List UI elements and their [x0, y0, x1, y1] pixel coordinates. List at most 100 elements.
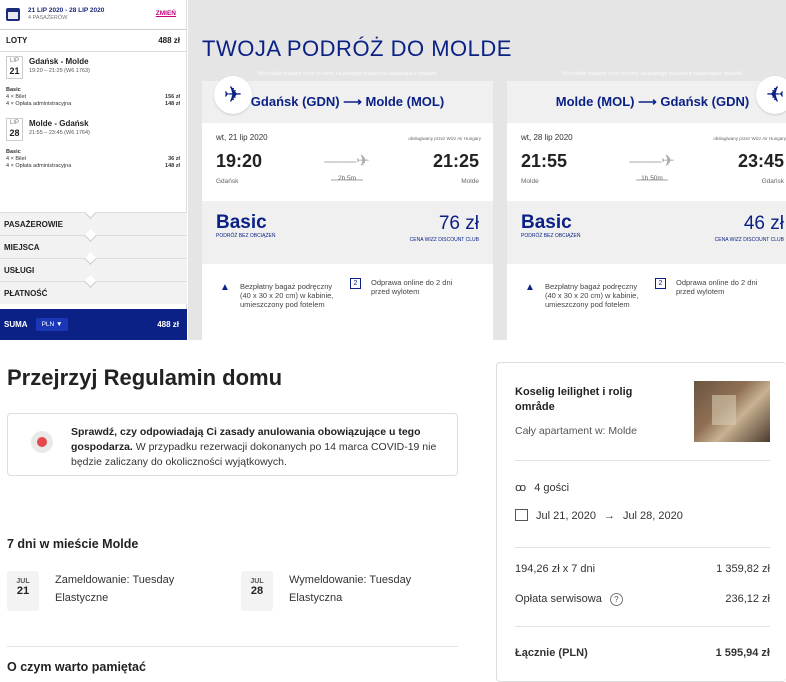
checkout-info: JUL 28 Wymeldowanie: Tuesday Elastyczna	[241, 571, 411, 611]
fare-perks: ▲ Bezpłatny bagaż podręczny (40 x 30 x 20…	[507, 264, 786, 340]
flight-booking-panel: 21 LIP 2020 - 28 LIP 2020 4 PASAŻERÓW ZM…	[0, 0, 786, 340]
house-rules-title: Przejrzyj Regulamin domu	[7, 365, 283, 390]
plane-arrow-icon: ——✈——	[629, 153, 675, 188]
plane-arrow-icon: ——✈——	[324, 153, 370, 188]
fare-box[interactable]: Basic PODRÓŻ BEZ OBCIĄŻEŃ 46 zł CENA WIZ…	[507, 201, 786, 264]
flight-route-header: Molde (MOL) ⟶ Gdańsk (GDN)	[507, 81, 786, 123]
perk-text: Bezpłatny bagaż podręczny (40 x 30 x 20 …	[240, 282, 334, 309]
currency-select[interactable]: PLN ▼	[35, 318, 69, 331]
nightly-total: 1 359,82 zł	[716, 563, 770, 575]
operated-by: obsługiwany przez Wizz Air Hungary	[408, 136, 481, 141]
fare-price: 46 zł	[743, 213, 784, 234]
page-title: TWOJA PODRÓŻ DO MOLDE	[202, 36, 512, 61]
flights-label: LOTY	[6, 36, 28, 45]
flight-route: Gdańsk - Molde	[29, 57, 89, 66]
total-row: Łącznie (PLN) 1 595,94 zł	[515, 647, 770, 659]
flight-duration: 1h 50m	[641, 175, 663, 182]
fare-line: 4 × Opłata administracyjna 148 zł	[6, 101, 180, 108]
change-link[interactable]: ZMIEŃ	[156, 10, 176, 17]
guest-count-text: 4 gości	[534, 482, 570, 494]
flights-total: 488 zł	[158, 36, 180, 45]
price-note: Wszystkie podane ceny to ceny za jednego…	[562, 71, 743, 77]
date-month: LIP	[9, 120, 19, 126]
fare-line-value: 148 zł	[165, 163, 180, 169]
bag-icon: ▲	[220, 282, 230, 293]
departure-time: 21:55	[521, 151, 568, 171]
calendar-icon	[515, 509, 528, 521]
fare-line-label: 4 × Opłata administracyjna	[6, 163, 72, 169]
trip-dates: 21 LIP 2020 - 28 LIP 2020 4 PASAŻERÓW ZM…	[0, 0, 186, 30]
airplane-icon: ✈	[756, 76, 786, 114]
fare-line-label: 4 × Opłata administracyjna	[6, 101, 72, 107]
fare-breakdown-return: Basic 4 × Bilet 36 zł 4 × Opłata administ…	[0, 149, 186, 170]
perk-text: Odprawa online do 2 dni przed wylotem	[371, 278, 453, 296]
perk-checkin: 2 Odprawa online do 2 dni przed wylotem	[350, 278, 469, 296]
total-value: 1 595,94 zł	[715, 647, 770, 659]
listing-type: Cały apartament w: Molde	[515, 425, 637, 437]
fare-line-value: 156 zł	[165, 94, 180, 100]
stay-length: 7 dni w mieście Molde	[7, 537, 139, 551]
fare-price-note: CENA WIZZ DISCOUNT CLUB	[409, 237, 479, 243]
operated-by: obsługiwany przez Wizz Air Hungary	[713, 136, 786, 141]
checkin-info: JUL 21 Zameldowanie: Tuesday Elastyczne	[7, 571, 174, 611]
fare-line: 4 × Bilet 156 zł	[6, 94, 180, 101]
booking-summary-card: Koselig leilighet i rolig område Cały ap…	[496, 362, 786, 682]
date-badge: LIP 28	[6, 118, 23, 141]
fare-box[interactable]: Basic PODRÓŻ BEZ OBCIĄŻEŃ 76 zł CENA WIZ…	[202, 201, 493, 264]
arrival-city: Molde	[461, 178, 479, 185]
checkin-flex: Elastyczne	[55, 592, 109, 604]
alert-icon	[31, 431, 53, 453]
date-month: JUL	[250, 578, 264, 585]
checkout-label: Wymeldowanie: Tuesday	[289, 574, 412, 586]
flight-summary-outbound: LIP 21 Gdańsk - Molde 19:20 – 21:25 (W6 …	[0, 52, 186, 87]
total-label: Łącznie (PLN)	[515, 647, 588, 659]
trip-main: TWOJA PODRÓŻ DO MOLDE Wszystkie podane c…	[188, 0, 786, 340]
date-day: 21	[9, 66, 20, 76]
question-icon[interactable]: ?	[609, 593, 623, 606]
total-amount: 488 zł	[157, 320, 179, 329]
section-payment[interactable]: PŁATNOŚĆ	[0, 281, 187, 304]
passenger-count: 4 PASAŻERÓW	[28, 15, 68, 21]
perk-text: Odprawa online do 2 dni przed wylotem	[676, 278, 758, 296]
booking-sidebar: 21 LIP 2020 - 28 LIP 2020 4 PASAŻERÓW ZM…	[0, 0, 187, 340]
fare-breakdown-outbound: Basic 4 × Bilet 156 zł 4 × Opłata adminis…	[0, 87, 186, 108]
fare-name: Basic	[6, 149, 21, 155]
airplane-icon: ✈	[214, 76, 252, 114]
calendar-2-icon: 2	[655, 278, 666, 289]
fare-price-note: CENA WIZZ DISCOUNT CLUB	[714, 237, 784, 243]
nightly-row: 194,26 zł x 7 dni 1 359,82 zł	[515, 563, 770, 575]
service-fee-row: Opłata serwisowa? 236,12 zł	[515, 593, 770, 606]
date-day: 21	[16, 585, 30, 597]
checkout-date-badge: JUL 28	[241, 571, 273, 611]
divider	[515, 460, 770, 461]
perk-text: Bezpłatny bagaż podręczny (40 x 30 x 20 …	[545, 282, 639, 309]
divider	[7, 646, 458, 647]
arrival-city: Gdańsk	[761, 178, 784, 185]
departure-time: 19:20	[216, 151, 263, 171]
perk-bag: ▲ Bezpłatny bagaż podręczny (40 x 30 x 20…	[525, 282, 645, 309]
cancellation-notice: Sprawdź, czy odpowiadają Ci zasady anulo…	[7, 413, 458, 476]
flight-times: wt, 28 lip 2020 obsługiwany przez Wizz A…	[507, 123, 786, 201]
perk-checkin: 2 Odprawa online do 2 dni przed wylotem	[655, 278, 774, 296]
bag-icon: ▲	[525, 282, 535, 293]
departure-city: Molde	[521, 178, 539, 185]
flight-route: Molde - Gdańsk	[29, 119, 89, 128]
flight-card-return: Wszystkie podane ceny to ceny za jednego…	[507, 68, 786, 340]
date-month: JUL	[16, 578, 30, 585]
date-badge: LIP 21	[6, 56, 23, 79]
trip-date-range: 21 LIP 2020 - 28 LIP 2020	[28, 7, 105, 14]
fare-line-label: 4 × Bilet	[6, 94, 27, 100]
service-fee-label: Opłata serwisowa	[515, 593, 602, 605]
arrival-time: 23:45	[737, 151, 784, 171]
date-day: 28	[250, 585, 264, 597]
flight-summary-return: LIP 28 Molde - Gdańsk 21:55 – 23:45 (W6 …	[0, 114, 186, 149]
date-day: 28	[9, 128, 20, 138]
date-from: Jul 21, 2020	[536, 510, 596, 522]
total-label: SUMA	[4, 320, 28, 329]
calendar-2-icon: 2	[350, 278, 361, 289]
fare-line-value: 36 zł	[168, 156, 180, 162]
fare-line-value: 148 zł	[165, 101, 180, 107]
price-note: Wszystkie podane ceny to ceny za jednego…	[257, 71, 438, 77]
guests-icon: ꝏ	[515, 482, 527, 494]
flight-time: 21:55 – 23:45 (W6 1764)	[29, 130, 90, 136]
